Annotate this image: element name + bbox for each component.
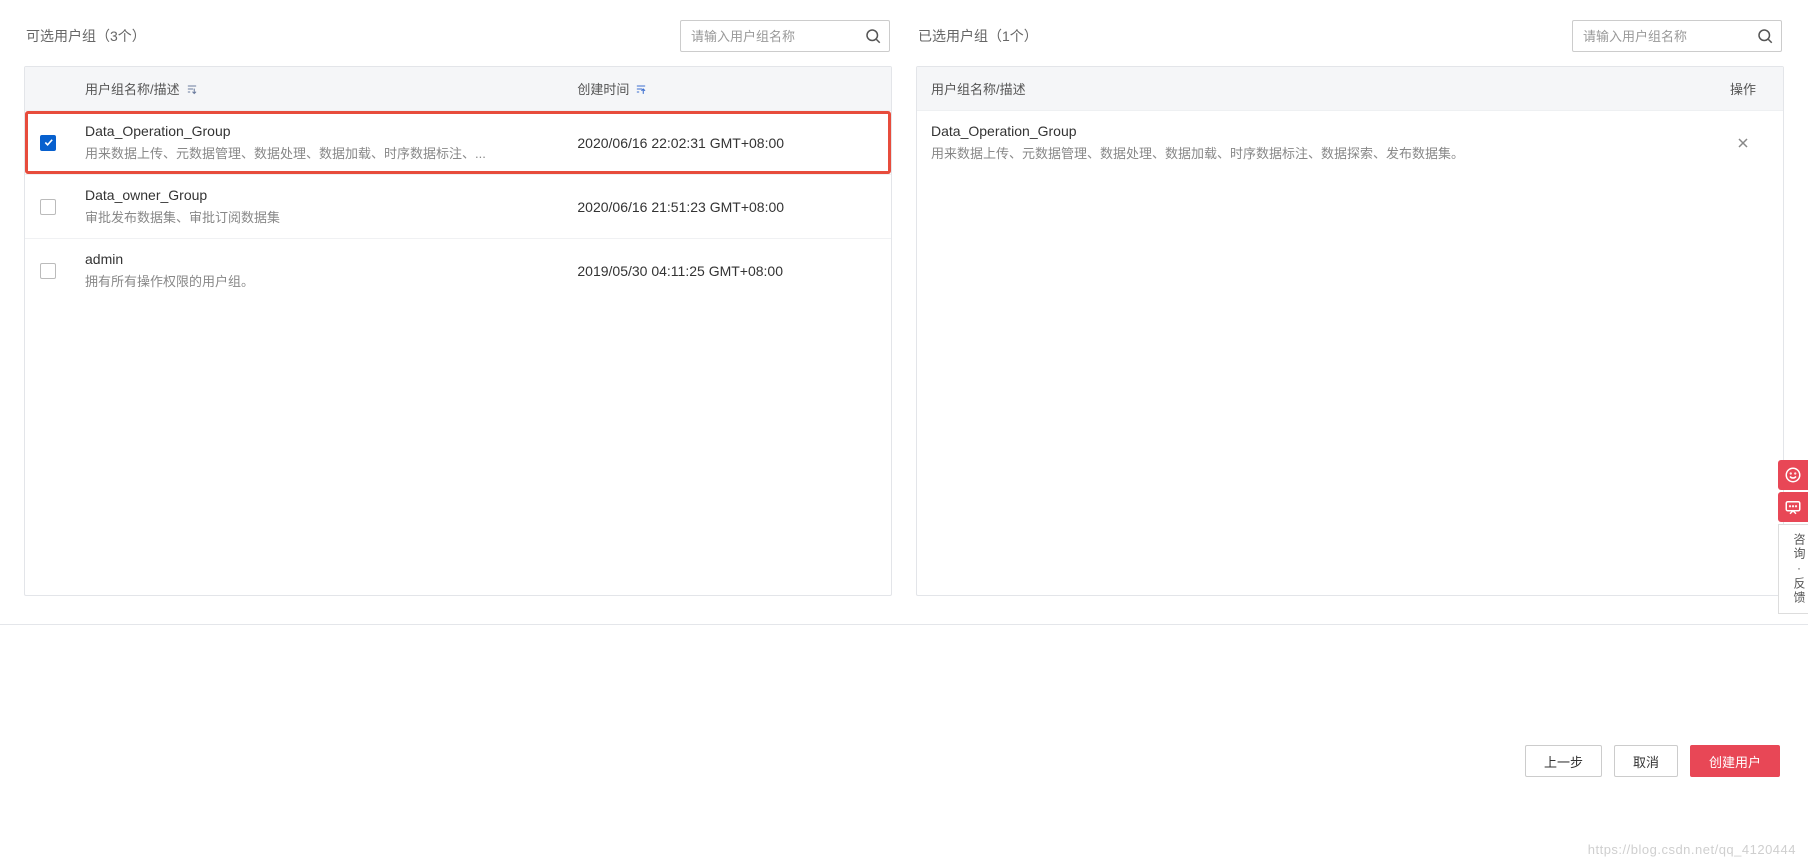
available-groups-panel: 可选用户组（3个） 用户组名称/描述 创建时间 — [24, 20, 892, 596]
row-checkbox[interactable] — [40, 199, 56, 215]
available-search-input[interactable] — [680, 20, 890, 52]
available-header-name[interactable]: 用户组名称/描述 — [85, 79, 180, 98]
group-desc: 审批发布数据集、审批订阅数据集 — [85, 207, 549, 226]
sort-asc-icon[interactable] — [635, 83, 647, 95]
group-created-time: 2020/06/16 22:02:31 GMT+08:00 — [563, 123, 891, 163]
footer-actions: 上一步 取消 创建用户 — [0, 624, 1808, 799]
group-name: admin — [85, 251, 549, 267]
group-desc: 拥有所有操作权限的用户组。 — [85, 271, 549, 290]
selected-search-input[interactable] — [1572, 20, 1782, 52]
create-user-button[interactable]: 创建用户 — [1690, 745, 1780, 777]
remove-icon[interactable] — [1735, 135, 1751, 151]
feedback-button[interactable]: 咨询·反馈 — [1778, 524, 1808, 614]
available-table-header: 用户组名称/描述 创建时间 — [25, 67, 891, 111]
selected-table-header: 用户组名称/描述 操作 — [917, 67, 1783, 111]
available-groups-title: 可选用户组（3个） — [26, 26, 146, 46]
available-header-time[interactable]: 创建时间 — [577, 79, 629, 98]
watermark-text: https://blog.csdn.net/qq_4120444 — [1588, 842, 1796, 857]
selected-header-op: 操作 — [1730, 79, 1756, 98]
group-desc: 用来数据上传、元数据管理、数据处理、数据加载、时序数据标注、数据探索、发布数据集… — [931, 143, 1689, 162]
group-desc: 用来数据上传、元数据管理、数据处理、数据加载、时序数据标注、... — [85, 143, 549, 162]
row-checkbox[interactable] — [40, 263, 56, 279]
group-name: Data_owner_Group — [85, 187, 549, 203]
table-row[interactable]: admin 拥有所有操作权限的用户组。 2019/05/30 04:11:25 … — [25, 239, 891, 302]
cancel-button[interactable]: 取消 — [1614, 745, 1678, 777]
side-widgets: 咨询·反馈 — [1778, 460, 1808, 614]
sort-icon[interactable] — [186, 83, 198, 95]
group-name: Data_Operation_Group — [85, 123, 549, 139]
smile-icon[interactable] — [1778, 460, 1808, 490]
row-checkbox[interactable] — [40, 135, 56, 151]
selected-groups-search[interactable] — [1572, 20, 1782, 52]
available-groups-search[interactable] — [680, 20, 890, 52]
previous-button[interactable]: 上一步 — [1525, 745, 1602, 777]
selected-groups-title: 已选用户组（1个） — [918, 26, 1038, 46]
selected-header-name: 用户组名称/描述 — [931, 79, 1026, 98]
table-row[interactable]: Data_owner_Group 审批发布数据集、审批订阅数据集 2020/06… — [25, 175, 891, 239]
group-created-time: 2019/05/30 04:11:25 GMT+08:00 — [563, 251, 891, 291]
group-created-time: 2020/06/16 21:51:23 GMT+08:00 — [563, 187, 891, 227]
table-row[interactable]: Data_Operation_Group 用来数据上传、元数据管理、数据处理、数… — [25, 111, 891, 175]
chat-icon[interactable] — [1778, 492, 1808, 522]
table-row: Data_Operation_Group 用来数据上传、元数据管理、数据处理、数… — [917, 111, 1783, 174]
group-name: Data_Operation_Group — [931, 123, 1689, 139]
selected-groups-panel: 已选用户组（1个） 用户组名称/描述 操作 Data_Oper — [916, 20, 1784, 596]
